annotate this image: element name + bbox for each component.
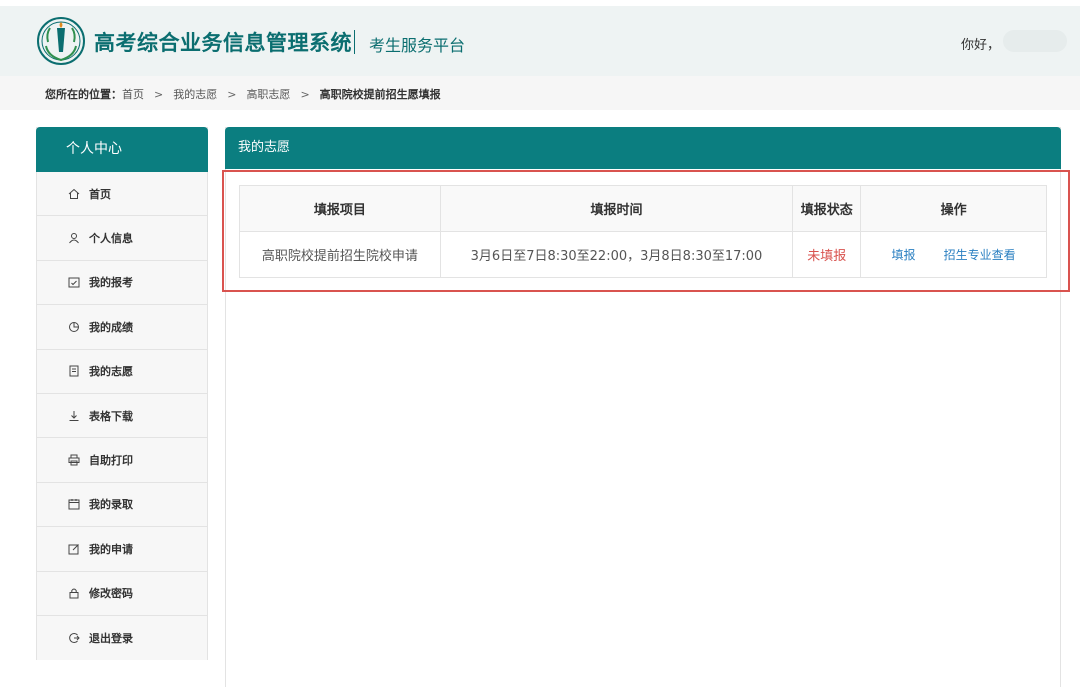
sidebar-item-scores[interactable]: 我的成绩 [37, 305, 207, 350]
sidebar-item-label: 修改密码 [89, 587, 133, 601]
breadcrumb-separator: > [300, 87, 310, 101]
sidebar-item-label: 退出登录 [89, 632, 133, 646]
column-header: 填报时间 [439, 185, 794, 232]
time-cell: 3月6日至7日8:30至22:00，3月8日8:30至17:00 [439, 231, 794, 278]
sidebar-item-downloads[interactable]: 表格下载 [37, 393, 207, 439]
sidebar-item-label: 自助打印 [89, 454, 133, 468]
sidebar-title: 个人中心 [36, 127, 208, 172]
table-header-row: 填报项目 填报时间 填报状态 操作 [239, 185, 1047, 232]
choices-table: 填报项目 填报时间 填报状态 操作 高职院校提前招生院校申请 3月6日至7日8:… [239, 185, 1047, 278]
breadcrumb-separator: > [227, 87, 237, 101]
view-majors-link[interactable]: 招生专业查看 [944, 248, 1016, 262]
breadcrumb: 您所在的位置： 首页 > 我的志愿 > 高职志愿 > 高职院校提前招生愿填报 [45, 86, 441, 102]
column-header: 填报项目 [239, 185, 441, 232]
logout-icon [67, 631, 81, 645]
fill-in-link[interactable]: 填报 [892, 248, 916, 262]
printer-icon [67, 453, 81, 467]
breadcrumb-my-choices[interactable]: 我的志愿 [173, 86, 217, 102]
actions-cell: 填报 招生专业查看 [860, 231, 1047, 278]
sidebar-item-applications[interactable]: 我的申请 [37, 527, 207, 572]
system-subtitle: 考生服务平台 [369, 36, 466, 55]
title-divider [354, 30, 355, 54]
home-icon [67, 187, 81, 201]
calendar-icon [67, 497, 81, 511]
sidebar: 个人中心 首页 个人信息 我的报考 我的成绩 我的志愿 表格下载 自助打印 我的… [36, 127, 208, 661]
breadcrumb-separator: > [154, 87, 164, 101]
sidebar-item-logout[interactable]: 退出登录 [37, 615, 207, 661]
system-title: 高考综合业务信息管理系统 [94, 31, 352, 55]
sidebar-item-label: 个人信息 [89, 232, 133, 246]
document-icon [67, 364, 81, 378]
panel-title: 我的志愿 [225, 127, 1061, 169]
lock-icon [67, 586, 81, 600]
sidebar-item-label: 表格下载 [89, 409, 133, 423]
sidebar-item-home[interactable]: 首页 [37, 172, 207, 217]
table-row: 高职院校提前招生院校申请 3月6日至7日8:30至22:00，3月8日8:30至… [239, 231, 1047, 278]
pie-chart-icon [67, 320, 81, 334]
sidebar-item-label: 我的成绩 [89, 320, 133, 334]
sidebar-item-label: 我的志愿 [89, 365, 133, 379]
sidebar-item-label: 我的报考 [89, 276, 133, 290]
breadcrumb-lead: 您所在的位置： [45, 88, 122, 101]
column-header: 操作 [860, 185, 1047, 232]
sidebar-item-label: 首页 [89, 187, 111, 201]
breadcrumb-home[interactable]: 首页 [122, 86, 144, 102]
calendar-check-icon [67, 275, 81, 289]
sidebar-item-admission[interactable]: 我的录取 [37, 482, 207, 528]
sidebar-item-profile[interactable]: 个人信息 [37, 216, 207, 261]
user-name-redacted[interactable] [1003, 30, 1067, 52]
breadcrumb-current: 高职院校提前招生愿填报 [319, 88, 441, 101]
project-cell: 高职院校提前招生院校申请 [239, 231, 441, 278]
status-badge: 未填报 [792, 231, 862, 278]
user-icon [67, 231, 81, 245]
sidebar-item-label: 我的申请 [89, 542, 133, 556]
edit-icon [67, 542, 81, 556]
sidebar-item-print[interactable]: 自助打印 [37, 438, 207, 483]
greeting-text: 你好， [961, 38, 1001, 53]
breadcrumb-vocational-choices[interactable]: 高职志愿 [246, 86, 290, 102]
sidebar-item-label: 我的录取 [89, 498, 133, 512]
column-header: 填报状态 [792, 185, 862, 232]
sidebar-item-change-password[interactable]: 修改密码 [37, 571, 207, 616]
sidebar-item-registration[interactable]: 我的报考 [37, 260, 207, 306]
download-icon [67, 409, 81, 423]
sidebar-item-choices[interactable]: 我的志愿 [37, 349, 207, 394]
logo-emblem-icon [37, 17, 85, 65]
